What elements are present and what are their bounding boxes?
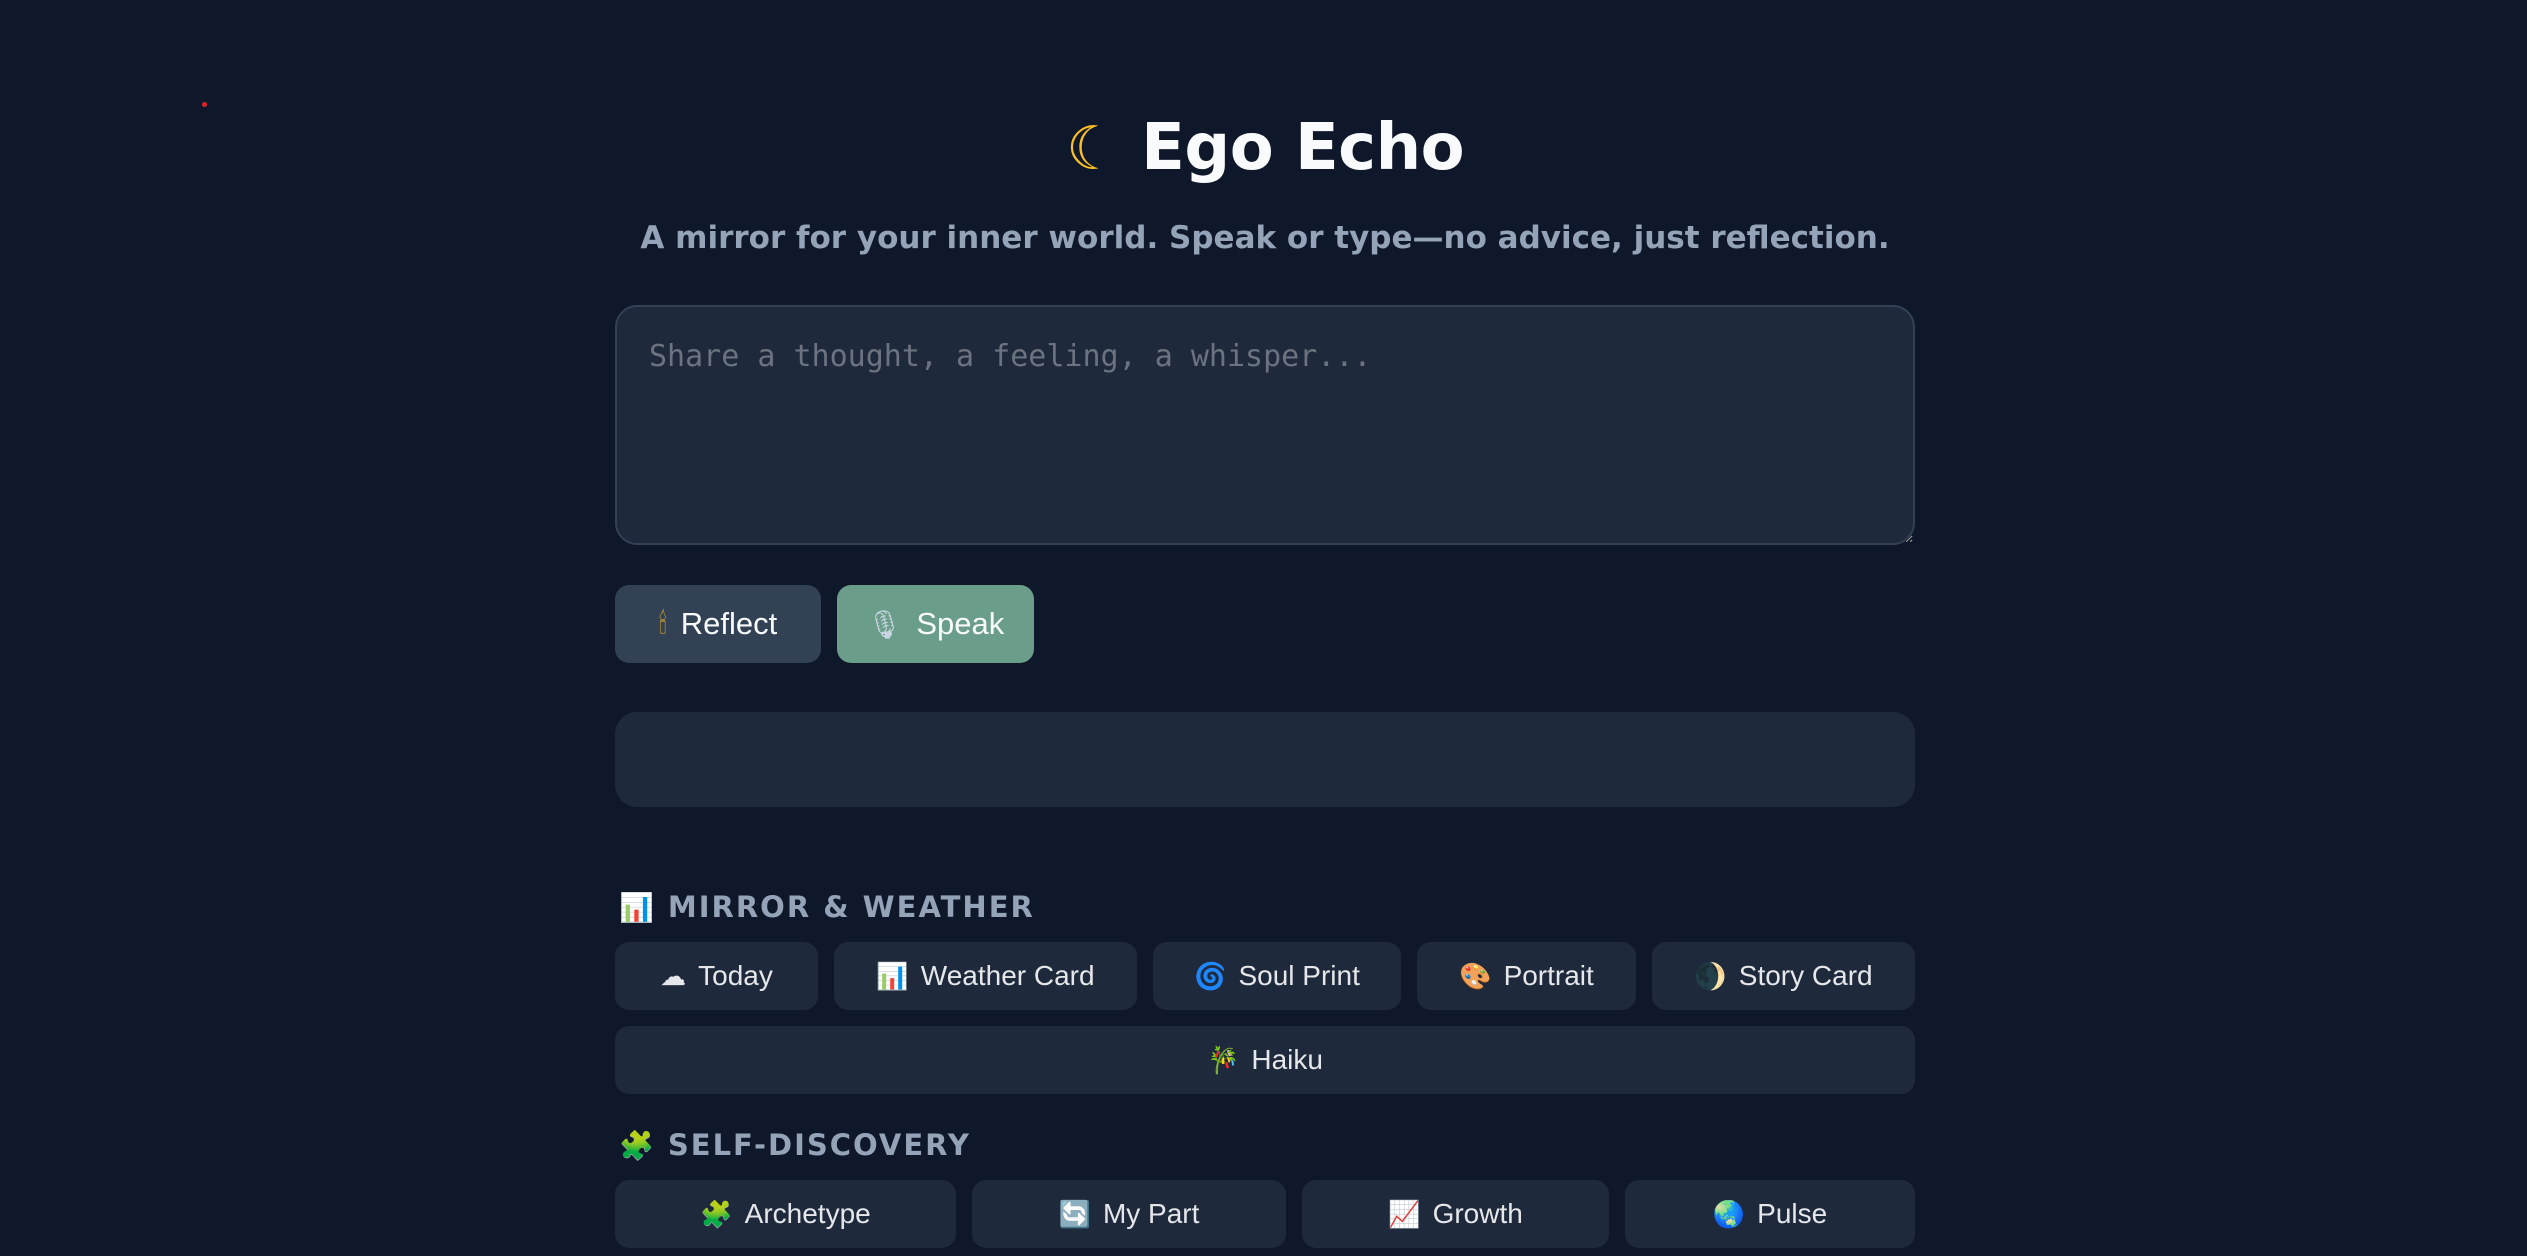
my-part-button[interactable]: 🔄 My Part xyxy=(972,1180,1286,1248)
microphone-icon: 🎙 xyxy=(866,608,903,640)
spiral-icon: 🌀 xyxy=(1194,960,1227,991)
story-card-button[interactable]: 🌒 Story Card xyxy=(1652,942,1915,1010)
cycle-icon: 🔄 xyxy=(1058,1198,1091,1229)
puzzle-icon: 🧩 xyxy=(700,1198,733,1229)
candle-icon: 🕯 xyxy=(658,607,667,639)
stray-dot xyxy=(202,102,207,107)
section-self-discovery-heading: 🧩 SELF-DISCOVERY xyxy=(619,1128,971,1162)
section-mirror-weather-title: MIRROR & WEATHER xyxy=(667,890,1035,924)
bar-chart-icon: 📊 xyxy=(619,890,654,924)
reflect-button-label: Reflect xyxy=(680,606,778,641)
soul-print-button[interactable]: 🌀 Soul Print xyxy=(1153,942,1401,1010)
growth-label: Growth xyxy=(1432,1198,1523,1229)
puzzle-icon: 🧩 xyxy=(619,1128,654,1162)
today-button[interactable]: ☁ Today xyxy=(615,942,818,1010)
bar-chart-icon: 📊 xyxy=(876,960,909,991)
story-card-label: Story Card xyxy=(1738,960,1873,991)
bamboo-icon: 🎋 xyxy=(1207,1044,1240,1075)
mirror-weather-row-2: 🎋 Haiku xyxy=(615,1026,1915,1094)
weather-card-button[interactable]: 📊 Weather Card xyxy=(834,942,1137,1010)
growth-button[interactable]: 📈 Growth xyxy=(1302,1180,1609,1248)
palette-icon: 🎨 xyxy=(1459,960,1492,991)
crescent-ball-icon: 🌒 xyxy=(1694,960,1727,991)
archetype-button[interactable]: 🧩 Archetype xyxy=(615,1180,956,1248)
archetype-label: Archetype xyxy=(744,1198,871,1229)
pulse-button[interactable]: 🌏 Pulse xyxy=(1625,1180,1915,1248)
portrait-button[interactable]: 🎨 Portrait xyxy=(1417,942,1636,1010)
globe-icon: 🌏 xyxy=(1712,1198,1746,1229)
mirror-weather-row-1: ☁ Today 📊 Weather Card 🌀 Soul Print 🎨 Po… xyxy=(615,942,1915,1010)
speak-button-label: Speak xyxy=(916,606,1005,641)
page-subtitle: A mirror for your inner world. Speak or … xyxy=(640,220,1890,256)
page-title: ☾ Ego Echo xyxy=(615,108,1915,189)
pulse-label: Pulse xyxy=(1757,1198,1828,1229)
haiku-button[interactable]: 🎋 Haiku xyxy=(615,1026,1915,1094)
today-label: Today xyxy=(698,960,773,991)
trend-chart-icon: 📈 xyxy=(1388,1198,1421,1229)
section-mirror-weather-heading: 📊 MIRROR & WEATHER xyxy=(619,890,1035,924)
portrait-label: Portrait xyxy=(1503,960,1594,991)
self-discovery-row-1: 🧩 Archetype 🔄 My Part 📈 Growth 🌏 Pulse xyxy=(615,1180,1915,1248)
cloud-icon: ☁ xyxy=(660,960,687,991)
page-title-text: Ego Echo xyxy=(1141,111,1465,185)
soul-print-label: Soul Print xyxy=(1238,960,1360,991)
section-self-discovery-title: SELF-DISCOVERY xyxy=(667,1128,971,1162)
reflection-output xyxy=(615,712,1915,807)
speak-button[interactable]: 🎙 Speak xyxy=(837,585,1034,663)
weather-card-label: Weather Card xyxy=(920,960,1095,991)
haiku-label: Haiku xyxy=(1251,1044,1323,1075)
moon-icon: ☾ xyxy=(1065,114,1120,184)
action-buttons: 🕯 Reflect 🎙 Speak xyxy=(615,585,1034,663)
reflect-button[interactable]: 🕯 Reflect xyxy=(615,585,821,663)
thought-input[interactable] xyxy=(615,305,1915,545)
my-part-label: My Part xyxy=(1102,1198,1200,1229)
